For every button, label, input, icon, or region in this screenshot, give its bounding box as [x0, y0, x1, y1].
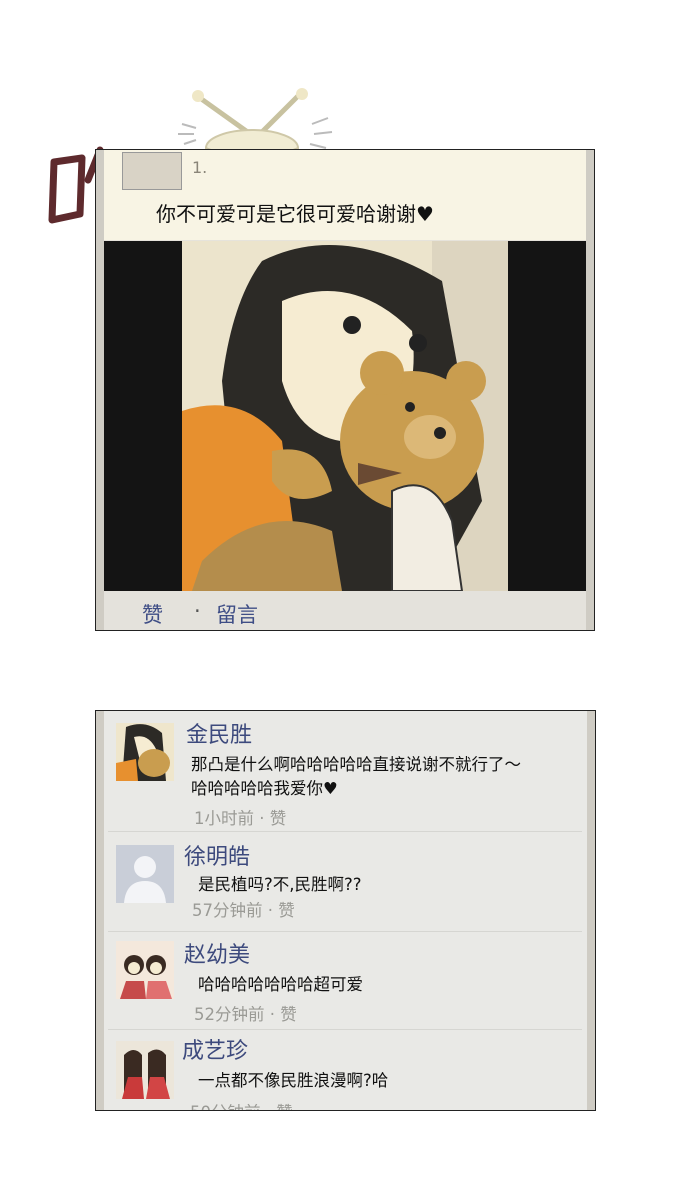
action-separator: · [194, 599, 201, 623]
like-link[interactable]: 赞 [142, 599, 163, 629]
comment-time: 50分钟前 [190, 1103, 261, 1110]
meta-dot: · [266, 1103, 271, 1110]
comment-text-line: 一点都不像民胜浪漫啊?哈 [198, 1071, 389, 1090]
post-actions-bar: 赞 · 留言 [96, 591, 594, 630]
comment-text-line: 哈哈哈哈哈我爱你♥ [191, 779, 338, 798]
comments-panel: 金民胜 那凸是什么啊哈哈哈哈哈直接说谢不就行了～ 哈哈哈哈哈我爱你♥ 1小时前 … [95, 710, 596, 1111]
comment-like-link[interactable]: 赞 [280, 1005, 297, 1024]
comment-item: 金民胜 那凸是什么啊哈哈哈哈哈直接说谢不就行了～ 哈哈哈哈哈我爱你♥ 1小时前 … [108, 713, 582, 832]
post-text: 你不可爱可是它很可爱哈谢谢♥ [156, 202, 434, 226]
two-girls-red-avatar[interactable] [116, 1041, 174, 1099]
comment-like-link[interactable]: 赞 [278, 901, 295, 920]
comment-meta: 50分钟前 · 赞 [190, 1099, 293, 1110]
two-girls-avatar[interactable] [116, 941, 174, 999]
comment-text-line: 那凸是什么啊哈哈哈哈哈直接说谢不就行了～ [191, 755, 521, 774]
default-person-avatar[interactable] [116, 845, 174, 903]
comment-text-line: 是民植吗?不,民胜啊?? [198, 875, 362, 894]
post-photo[interactable] [96, 241, 594, 591]
post-meta: 1. [192, 158, 208, 177]
post-panel: 1. 你不可爱可是它很可爱哈谢谢♥ 赞 · 留言 [95, 149, 595, 631]
comment-like-link[interactable]: 赞 [270, 809, 287, 828]
comment-item: 成艺珍 一点都不像民胜浪漫啊?哈 50分钟前 · 赞 [108, 1029, 582, 1110]
commenter-name[interactable]: 成艺珍 [182, 1033, 248, 1065]
commenter-name[interactable]: 徐明皓 [184, 839, 250, 871]
right-edge-strip [587, 711, 595, 1110]
comment-meta: 1小时前 · 赞 [194, 805, 286, 829]
comment-time: 52分钟前 [194, 1005, 265, 1024]
meta-dot: · [269, 1005, 275, 1024]
comment-link[interactable]: 留言 [216, 599, 258, 629]
comment-item: 徐明皓 是民植吗?不,民胜啊?? 57分钟前 · 赞 [108, 831, 582, 932]
sound-effect-text: 咚 [40, 128, 41, 129]
comment-time: 1小时前 [194, 809, 254, 828]
meta-dot: · [259, 809, 265, 828]
comment-text-line: 哈哈哈哈哈哈哈超可爱 [198, 975, 363, 994]
post-header: 1. 你不可爱可是它很可爱哈谢谢♥ [96, 150, 594, 240]
comment-meta: 52分钟前 · 赞 [194, 1001, 297, 1025]
left-edge-strip [96, 711, 104, 1110]
left-edge-strip [96, 150, 104, 630]
commenter-name[interactable]: 金民胜 [186, 717, 252, 749]
comment-item: 赵幼美 哈哈哈哈哈哈哈超可爱 52分钟前 · 赞 [108, 931, 582, 1030]
girl-with-teddy-illustration [182, 241, 508, 591]
post-author-avatar[interactable] [122, 152, 182, 190]
comment-time: 57分钟前 [192, 901, 263, 920]
comment-meta: 57分钟前 · 赞 [192, 897, 295, 921]
girl-with-teddy-avatar[interactable] [116, 723, 174, 781]
comment-like-link[interactable]: 赞 [276, 1103, 293, 1110]
commenter-name[interactable]: 赵幼美 [184, 937, 250, 969]
right-edge-strip [586, 150, 594, 630]
meta-dot: · [267, 901, 273, 920]
